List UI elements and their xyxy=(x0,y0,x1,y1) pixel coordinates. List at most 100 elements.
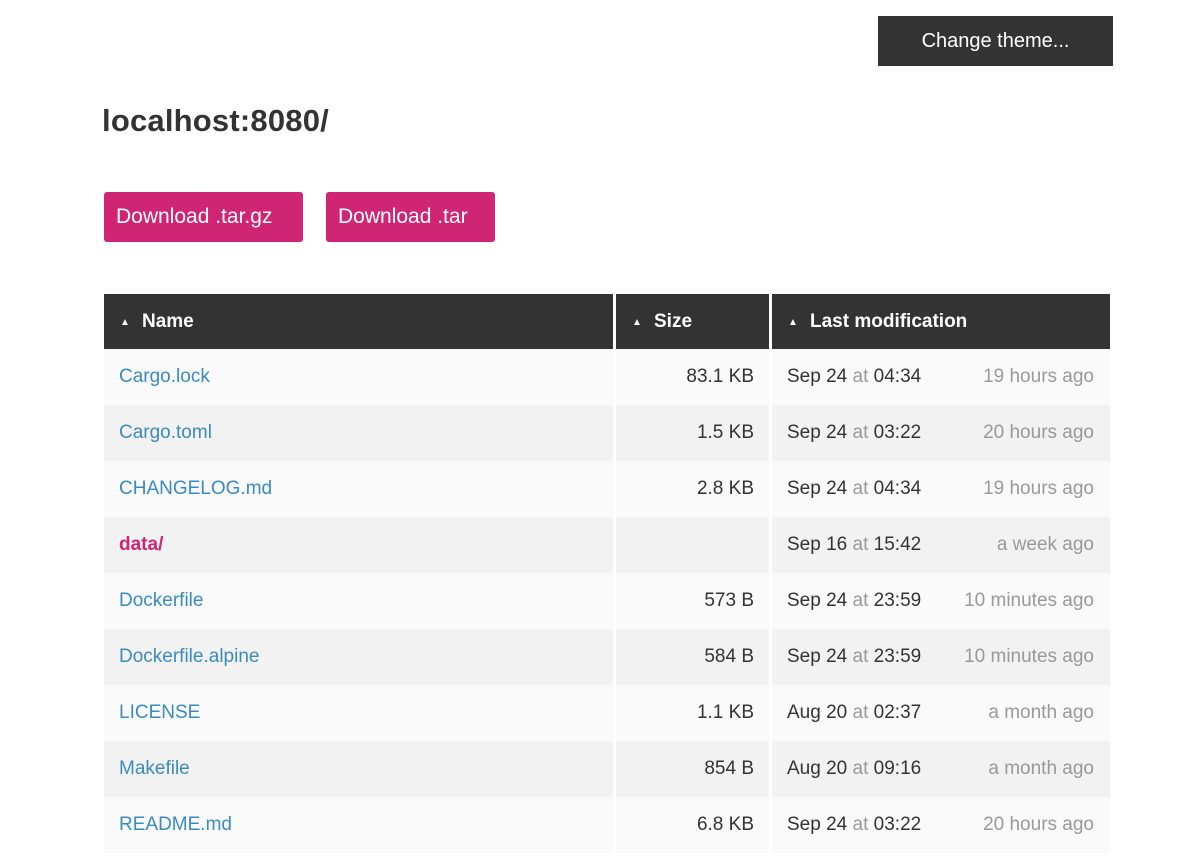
name-cell: Dockerfile xyxy=(104,573,616,629)
name-cell: data/ xyxy=(104,517,616,573)
file-link[interactable]: Dockerfile xyxy=(119,590,203,611)
file-link[interactable]: LICENSE xyxy=(119,702,200,723)
at-label: at xyxy=(852,646,869,667)
modification-timestamp: Sep 24 at 03:22 xyxy=(787,814,921,836)
modification-timestamp: Sep 24 at 04:34 xyxy=(787,366,921,388)
modification-info: Sep 24 at 04:34 19 hours ago xyxy=(787,478,1094,500)
column-header-last-modification[interactable]: ▲ Last modification xyxy=(772,294,1110,349)
file-link[interactable]: Makefile xyxy=(119,758,190,779)
last-modification-cell: Sep 24 at 03:22 20 hours ago xyxy=(772,797,1110,853)
name-cell: CHANGELOG.md xyxy=(104,461,616,517)
file-rows: Cargo.lock 83.1 KB Sep 24 at 04:34 19 hours… xyxy=(104,349,1110,853)
at-label: at xyxy=(852,366,869,387)
table-row: Cargo.toml 1.5 KB Sep 24 at 03:22 20 hours … xyxy=(104,405,1110,461)
table-header-row: ▲ Name ▲ Size ▲ Last modification xyxy=(104,294,1110,349)
relative-time: 10 minutes ago xyxy=(964,646,1094,667)
name-cell: README.md xyxy=(104,797,616,853)
modification-info: Sep 24 at 23:59 10 minutes ago xyxy=(787,646,1094,668)
relative-time: 10 minutes ago xyxy=(964,590,1094,611)
relative-time: a week ago xyxy=(996,534,1094,555)
relative-time: a month ago xyxy=(988,758,1094,779)
last-modification-cell: Sep 24 at 04:34 19 hours ago xyxy=(772,461,1110,517)
file-link[interactable]: Cargo.toml xyxy=(119,422,212,443)
column-header-name[interactable]: ▲ Name xyxy=(104,294,616,349)
size-cell: 573 B xyxy=(616,573,772,629)
modification-info: Sep 24 at 04:34 19 hours ago xyxy=(787,366,1094,388)
modification-info: Aug 20 at 09:16 a month ago xyxy=(787,758,1094,780)
size-cell: 1.5 KB xyxy=(616,405,772,461)
last-modification-cell: Sep 24 at 23:59 10 minutes ago xyxy=(772,573,1110,629)
modification-date: Sep 24 xyxy=(787,422,848,443)
column-header-label: Name xyxy=(142,310,194,332)
modification-info: Sep 24 at 23:59 10 minutes ago xyxy=(787,590,1094,612)
download-targz-button[interactable]: Download .tar.gz xyxy=(104,192,303,242)
last-modification-cell: Sep 24 at 04:34 19 hours ago xyxy=(772,349,1110,405)
relative-time: a month ago xyxy=(988,702,1094,723)
download-buttons: Download .tar.gz Download .tar xyxy=(104,192,495,242)
modification-date: Sep 24 xyxy=(787,478,848,499)
modification-date: Sep 24 xyxy=(787,590,848,611)
column-header-size[interactable]: ▲ Size xyxy=(616,294,772,349)
table-row: Makefile 854 B Aug 20 at 09:16 a month ago xyxy=(104,741,1110,797)
modification-date: Aug 20 xyxy=(787,702,848,723)
modification-time: 03:22 xyxy=(873,422,922,443)
name-cell: Cargo.lock xyxy=(104,349,616,405)
download-tar-button[interactable]: Download .tar xyxy=(326,192,495,242)
directory-link[interactable]: data/ xyxy=(119,534,163,555)
modification-date: Sep 16 xyxy=(787,534,848,555)
relative-time: 20 hours ago xyxy=(983,814,1094,835)
size-cell: 6.8 KB xyxy=(616,797,772,853)
modification-date: Aug 20 xyxy=(787,758,848,779)
at-label: at xyxy=(852,534,869,555)
triangle-up-icon: ▲ xyxy=(120,316,130,328)
table-row: Cargo.lock 83.1 KB Sep 24 at 04:34 19 hours… xyxy=(104,349,1110,405)
modification-timestamp: Sep 24 at 23:59 xyxy=(787,590,921,612)
name-cell: LICENSE xyxy=(104,685,616,741)
last-modification-cell: Sep 24 at 23:59 10 minutes ago xyxy=(772,629,1110,685)
modification-timestamp: Sep 24 at 03:22 xyxy=(787,422,921,444)
table-row: Dockerfile.alpine 584 B Sep 24 at 23:59 10 … xyxy=(104,629,1110,685)
modification-info: Sep 24 at 03:22 20 hours ago xyxy=(787,422,1094,444)
modification-timestamp: Aug 20 at 09:16 xyxy=(787,758,921,780)
table-row: README.md 6.8 KB Sep 24 at 03:22 20 hours a… xyxy=(104,797,1110,853)
modification-timestamp: Sep 24 at 23:59 xyxy=(787,646,921,668)
column-header-label: Size xyxy=(654,310,693,332)
modification-date: Sep 24 xyxy=(787,646,848,667)
at-label: at xyxy=(852,814,869,835)
last-modification-cell: Aug 20 at 02:37 a month ago xyxy=(772,685,1110,741)
size-cell: 854 B xyxy=(616,741,772,797)
modification-info: Sep 16 at 15:42 a week ago xyxy=(787,534,1094,556)
name-cell: Dockerfile.alpine xyxy=(104,629,616,685)
modification-time: 15:42 xyxy=(873,534,922,555)
triangle-up-icon: ▲ xyxy=(788,316,798,328)
modification-time: 02:37 xyxy=(873,702,922,723)
last-modification-cell: Sep 24 at 03:22 20 hours ago xyxy=(772,405,1110,461)
change-theme-button[interactable]: Change theme... xyxy=(878,16,1113,66)
modification-timestamp: Sep 24 at 04:34 xyxy=(787,478,921,500)
modification-date: Sep 24 xyxy=(787,366,848,387)
table-row: LICENSE 1.1 KB Aug 20 at 02:37 a month ago xyxy=(104,685,1110,741)
at-label: at xyxy=(852,478,869,499)
modification-info: Sep 24 at 03:22 20 hours ago xyxy=(787,814,1094,836)
size-cell: 584 B xyxy=(616,629,772,685)
last-modification-cell: Aug 20 at 09:16 a month ago xyxy=(772,741,1110,797)
table-row: data/Sep 16 at 15:42 a week ago xyxy=(104,517,1110,573)
file-link[interactable]: README.md xyxy=(119,814,232,835)
page: Change theme... localhost:8080/ Download… xyxy=(0,0,1182,865)
modification-time: 09:16 xyxy=(873,758,922,779)
modification-time: 03:22 xyxy=(873,814,922,835)
file-link[interactable]: CHANGELOG.md xyxy=(119,478,272,499)
last-modification-cell: Sep 16 at 15:42 a week ago xyxy=(772,517,1110,573)
modification-timestamp: Aug 20 at 02:37 xyxy=(787,702,921,724)
file-listing-table: ▲ Name ▲ Size ▲ Last modification Cargo.loc… xyxy=(104,294,1110,853)
size-cell: 2.8 KB xyxy=(616,461,772,517)
page-title: localhost:8080/ xyxy=(102,103,329,138)
triangle-up-icon: ▲ xyxy=(632,316,642,328)
at-label: at xyxy=(852,590,869,611)
table-row: Dockerfile 573 B Sep 24 at 23:59 10 minutes… xyxy=(104,573,1110,629)
modification-timestamp: Sep 16 at 15:42 xyxy=(787,534,921,556)
relative-time: 19 hours ago xyxy=(983,366,1094,387)
file-link[interactable]: Cargo.lock xyxy=(119,366,210,387)
size-cell xyxy=(616,517,772,573)
file-link[interactable]: Dockerfile.alpine xyxy=(119,646,259,667)
